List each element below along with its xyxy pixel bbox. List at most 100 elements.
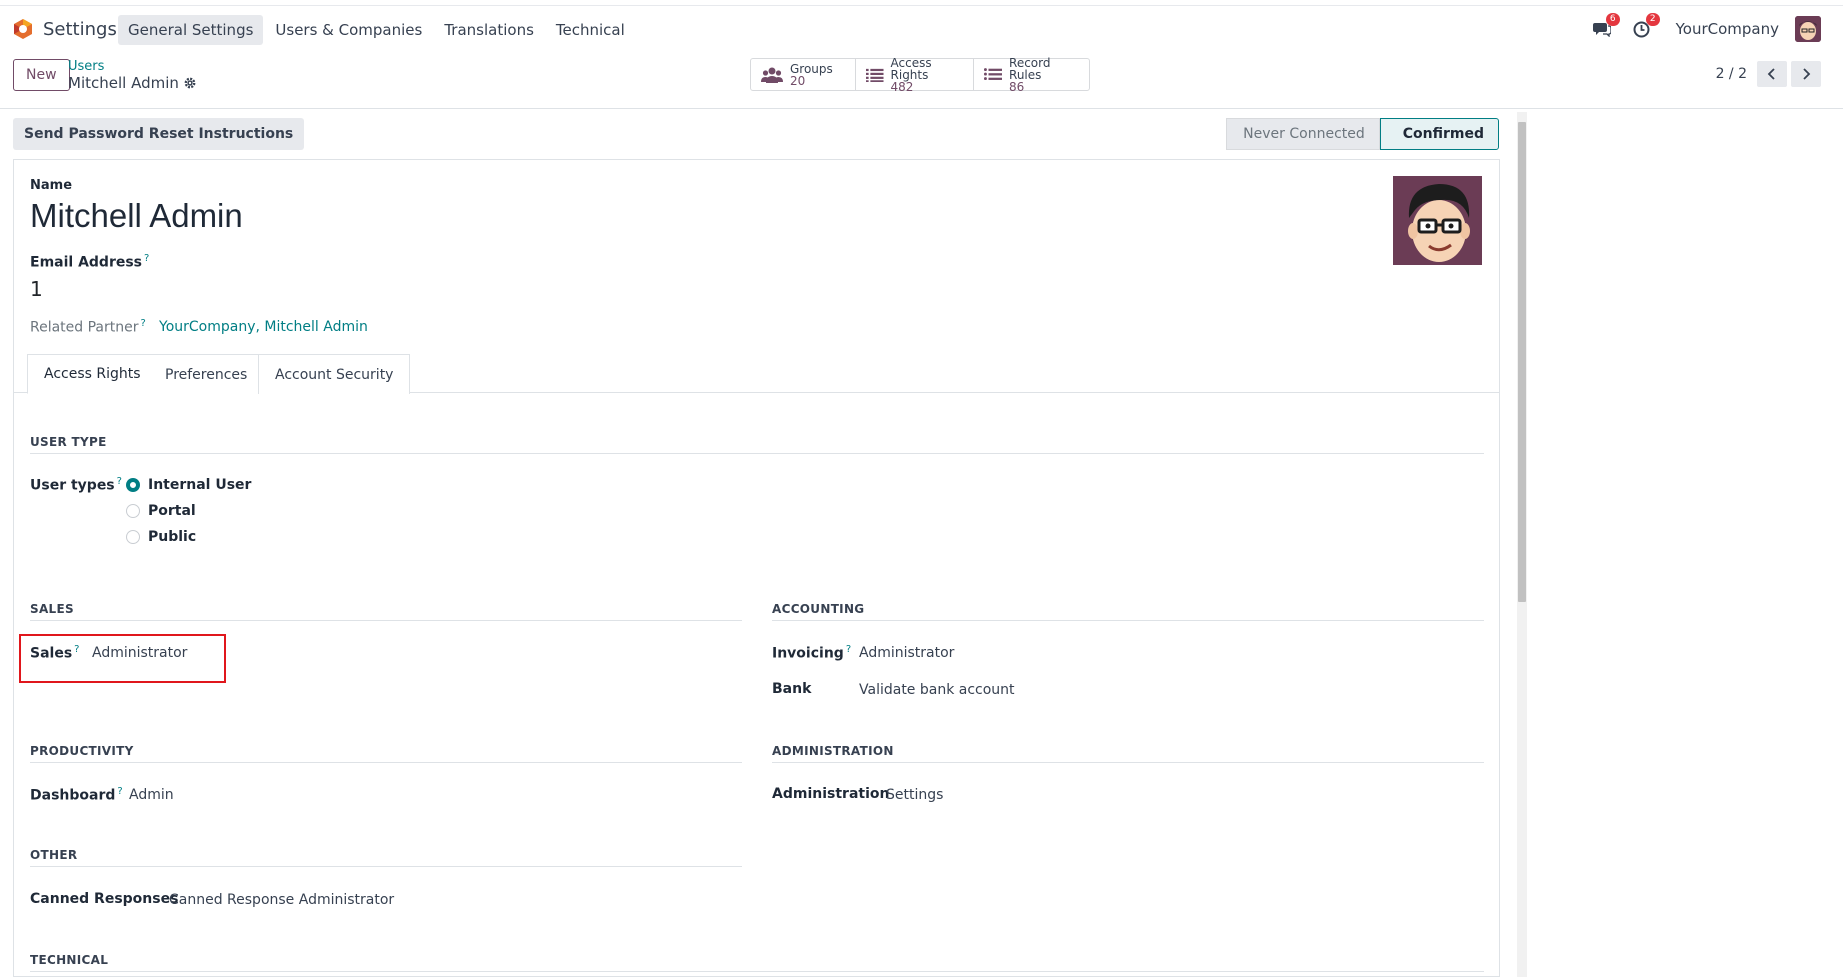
- access-rights-smart-button[interactable]: Access Rights 482: [856, 55, 974, 94]
- main-menu: General Settings Users & Companies Trans…: [118, 15, 635, 45]
- related-partner-label-wrap: Related Partner?: [30, 318, 146, 336]
- radio-portal[interactable]: Portal: [126, 503, 196, 519]
- chevron-right-icon: [1803, 68, 1811, 80]
- systray: 6 2 YourCompany: [1588, 13, 1843, 43]
- radio-public-label[interactable]: Public: [148, 529, 196, 545]
- stage-never-connected[interactable]: Never Connected: [1226, 118, 1380, 150]
- administration-label: Administration: [772, 786, 890, 802]
- breadcrumb-users-link[interactable]: Users: [68, 59, 196, 74]
- help-tooltip-icon[interactable]: ?: [117, 786, 122, 797]
- canned-responses-label: Canned Responses: [30, 891, 179, 907]
- radio-internal-user-label[interactable]: Internal User: [148, 477, 251, 493]
- invoicing-label: Invoicing: [772, 645, 844, 662]
- access-rights-count: 482: [890, 79, 914, 94]
- name-field[interactable]: Mitchell Admin: [30, 197, 243, 235]
- record-rules-smart-button[interactable]: Record Rules 86: [974, 55, 1089, 94]
- tab-access-rights[interactable]: Access Rights: [27, 354, 158, 394]
- tab-account-security[interactable]: Account Security: [258, 354, 411, 394]
- section-divider: [772, 762, 1484, 763]
- control-panel: New Users Mitchell Admin Groups 20 Acces…: [0, 51, 1843, 109]
- breadcrumb: Users Mitchell Admin: [68, 59, 196, 92]
- list-icon: [866, 68, 884, 82]
- section-sales: SALES: [30, 602, 74, 616]
- app-name[interactable]: Settings: [43, 19, 117, 40]
- groups-label: Groups: [790, 61, 833, 76]
- company-switcher[interactable]: YourCompany: [1676, 20, 1779, 38]
- bank-label: Bank: [772, 681, 812, 697]
- invoicing-label-wrap: Invoicing?: [772, 644, 851, 662]
- menu-technical[interactable]: Technical: [546, 15, 635, 45]
- section-divider: [772, 620, 1484, 621]
- messages-badge: 6: [1605, 13, 1620, 26]
- list-icon: [984, 67, 1003, 80]
- radio-internal-user[interactable]: Internal User: [126, 477, 251, 493]
- related-partner-label: Related Partner: [30, 319, 139, 336]
- activities-badge: 2: [1645, 13, 1660, 26]
- dashboard-select[interactable]: Admin: [129, 787, 174, 803]
- user-types-label: User types: [30, 477, 115, 494]
- avatar-face-icon: [1393, 176, 1482, 265]
- dashboard-label-wrap: Dashboard?: [30, 786, 123, 804]
- invoicing-select[interactable]: Administrator: [859, 645, 954, 661]
- scrollbar-thumb[interactable]: [1518, 122, 1526, 602]
- dashboard-label: Dashboard: [30, 787, 116, 804]
- radio-public[interactable]: Public: [126, 529, 196, 545]
- record-rules-label: Record Rules: [1009, 55, 1051, 82]
- user-avatar[interactable]: [1393, 176, 1482, 265]
- section-divider: [30, 620, 742, 621]
- email-field[interactable]: 1: [30, 277, 43, 301]
- groups-smart-button[interactable]: Groups 20: [751, 59, 856, 90]
- section-accounting: ACCOUNTING: [772, 602, 865, 616]
- email-label: Email Address: [30, 254, 143, 271]
- menu-general-settings[interactable]: General Settings: [118, 15, 264, 45]
- smart-buttons: Groups 20 Access Rights 482 Record Rules…: [750, 55, 1090, 94]
- help-tooltip-icon[interactable]: ?: [846, 644, 851, 655]
- section-divider: [30, 453, 1484, 454]
- stage-confirmed[interactable]: Confirmed: [1379, 118, 1499, 150]
- pager-value[interactable]: 2 / 2: [1716, 66, 1747, 82]
- help-tooltip-icon[interactable]: ?: [117, 476, 122, 487]
- tab-preferences[interactable]: Preferences: [149, 354, 265, 394]
- form-scrollbar[interactable]: [1517, 112, 1527, 977]
- notebook-tabs: Access Rights Preferences Account Securi…: [14, 354, 1499, 394]
- related-partner-link[interactable]: YourCompany, Mitchell Admin: [159, 319, 368, 335]
- help-tooltip-icon[interactable]: ?: [141, 318, 146, 329]
- menu-users-companies[interactable]: Users & Companies: [265, 15, 432, 45]
- bank-select[interactable]: Validate bank account: [859, 682, 1015, 698]
- new-button[interactable]: New: [13, 59, 70, 91]
- radio-portal-label[interactable]: Portal: [148, 503, 196, 519]
- radio-button-checked[interactable]: [126, 478, 140, 492]
- radio-button[interactable]: [126, 504, 140, 518]
- email-label-wrap: Email Address?: [30, 253, 149, 271]
- section-administration: ADMINISTRATION: [772, 744, 894, 758]
- messages-button[interactable]: 6: [1588, 13, 1620, 43]
- form-sheet: Name Mitchell Admin Email Address? 1 Rel…: [13, 159, 1500, 977]
- section-divider: [30, 866, 742, 867]
- avatar-face-icon: [1795, 16, 1821, 42]
- radio-button[interactable]: [126, 530, 140, 544]
- section-divider: [30, 762, 742, 763]
- breadcrumb-current-label: Mitchell Admin: [68, 74, 179, 92]
- section-other: OTHER: [30, 848, 78, 862]
- canned-responses-select[interactable]: Canned Response Administrator: [169, 892, 394, 908]
- users-icon: [761, 67, 783, 83]
- menu-translations[interactable]: Translations: [434, 15, 544, 45]
- groups-count: 20: [790, 73, 806, 88]
- section-technical: TECHNICAL: [30, 953, 109, 967]
- administration-select[interactable]: Settings: [886, 787, 943, 803]
- activities-button[interactable]: 2: [1628, 13, 1660, 43]
- record-rules-count: 86: [1009, 79, 1025, 94]
- section-productivity: PRODUCTIVITY: [30, 744, 134, 758]
- breadcrumb-current: Mitchell Admin: [68, 74, 196, 92]
- pager-previous-button[interactable]: [1757, 61, 1787, 87]
- help-tooltip-icon[interactable]: ?: [144, 253, 149, 264]
- pager-next-button[interactable]: [1791, 61, 1821, 87]
- pager: 2 / 2: [1716, 61, 1821, 87]
- section-divider: [30, 971, 1484, 972]
- send-password-reset-button[interactable]: Send Password Reset Instructions: [13, 118, 305, 150]
- gear-icon[interactable]: [184, 77, 196, 89]
- access-rights-label: Access Rights: [890, 55, 932, 82]
- user-menu-avatar[interactable]: [1795, 16, 1821, 42]
- top-navbar: Settings General Settings Users & Compan…: [0, 5, 1843, 51]
- odoo-logo-icon[interactable]: [12, 18, 34, 40]
